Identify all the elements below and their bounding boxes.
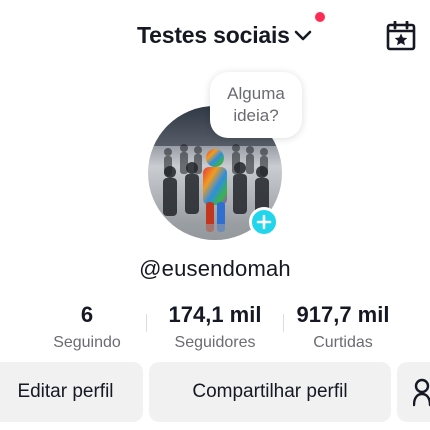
account-switcher[interactable]: Testes sociais — [137, 20, 312, 50]
stat-followers-label: Seguidores — [174, 334, 256, 351]
stat-following-label: Seguindo — [53, 334, 121, 351]
idea-bubble[interactable]: Alguma ideia? — [210, 72, 302, 138]
stat-likes-value: 917,7 mil — [296, 302, 390, 327]
account-name: Testes sociais — [137, 22, 290, 48]
plus-icon — [256, 214, 272, 230]
stat-followers-value: 174,1 mil — [168, 302, 262, 327]
add-friend-icon — [413, 378, 430, 407]
chevron-down-icon — [294, 30, 312, 41]
share-profile-button[interactable]: Compartilhar perfil — [149, 362, 391, 422]
stats-divider — [283, 314, 284, 332]
username: @eusendomah — [139, 256, 291, 281]
edit-profile-button[interactable]: Editar perfil — [0, 362, 143, 422]
stat-likes-label: Curtidas — [313, 334, 373, 351]
add-story-button[interactable] — [249, 207, 279, 237]
idea-bubble-text: Alguma ideia? — [227, 84, 285, 125]
share-profile-label: Compartilhar perfil — [192, 381, 348, 402]
add-friend-button[interactable] — [397, 362, 430, 422]
stat-likes[interactable]: 917,7 mil Curtidas — [290, 302, 396, 354]
stat-following-value: 6 — [80, 302, 94, 327]
stat-following[interactable]: 6 Seguindo — [47, 302, 127, 354]
profile-page: Testes sociais Alguma ideia? @eusendomah… — [0, 0, 430, 430]
stat-followers[interactable]: 174,1 mil Seguidores — [158, 302, 272, 354]
edit-profile-label: Editar perfil — [17, 381, 114, 402]
calendar-star-icon[interactable] — [386, 21, 416, 51]
notification-dot — [315, 12, 325, 22]
stats-divider — [146, 314, 147, 332]
